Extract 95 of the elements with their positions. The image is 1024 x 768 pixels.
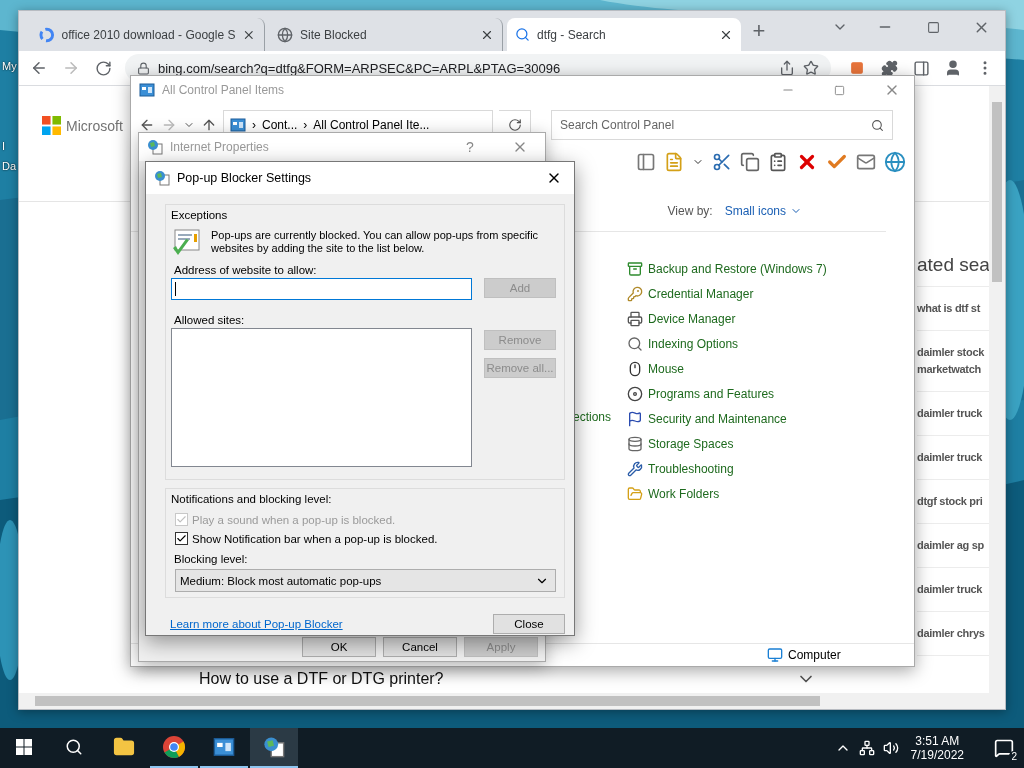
- profile-icon[interactable]: [944, 59, 962, 77]
- new-tab-button[interactable]: +: [745, 17, 773, 45]
- window-icon: [213, 736, 235, 758]
- puzzle-icon[interactable]: [880, 59, 898, 77]
- globe-document-icon: [263, 736, 285, 758]
- back-icon[interactable]: [139, 117, 155, 133]
- breadcrumb-item[interactable]: All Control Panel Ite...: [313, 118, 430, 132]
- group-label: Exceptions: [171, 209, 229, 221]
- dialog-button[interactable]: Cancel: [383, 637, 457, 657]
- wrench-icon: [627, 460, 643, 477]
- view-by-dropdown[interactable]: Small icons: [724, 204, 802, 218]
- control-panel-item[interactable]: Backup and Restore (Windows 7): [627, 256, 827, 281]
- field-label: Blocking level:: [174, 553, 249, 565]
- globe-document-icon: [147, 139, 163, 155]
- extension-icon[interactable]: [850, 61, 864, 75]
- magnifier-icon: [627, 335, 643, 352]
- search-field[interactable]: Search Control Panel: [551, 110, 893, 140]
- control-panel-item[interactable]: Storage Spaces: [627, 431, 827, 456]
- dialog-title: Pop-up Blocker Settings: [177, 171, 313, 185]
- vertical-scrollbar[interactable]: [989, 86, 1005, 693]
- desktop-icon-label: My: [2, 60, 17, 72]
- back-icon[interactable]: [30, 59, 48, 77]
- control-panel-item[interactable]: Indexing Options: [627, 331, 827, 356]
- close-button[interactable]: Close: [493, 614, 565, 634]
- status-text: Computer: [788, 648, 841, 662]
- scissors-icon[interactable]: [712, 152, 732, 172]
- window-title: All Control Panel Items: [162, 83, 286, 97]
- four-squares-icon: [42, 116, 61, 135]
- disc-icon: [627, 385, 643, 402]
- horizontal-scrollbar[interactable]: [19, 693, 1005, 709]
- control-panel-item[interactable]: Troubleshooting: [627, 456, 827, 481]
- pane-icon[interactable]: [636, 152, 656, 172]
- refresh-icon[interactable]: [507, 118, 522, 132]
- checkbox-option[interactable]: Show Notification bar when a pop-up is blocked.: [175, 529, 556, 548]
- desktop-icon-label: Da: [2, 160, 17, 172]
- dialog-button[interactable]: OK: [302, 637, 376, 657]
- learn-more-link[interactable]: Learn more about Pop-up Blocker: [170, 618, 343, 630]
- blocking-level-dropdown[interactable]: Medium: Block most automatic pop-ups: [175, 569, 556, 592]
- reload-icon[interactable]: [94, 59, 112, 77]
- globe-icon[interactable]: [884, 151, 906, 173]
- taskbar-button[interactable]: [250, 728, 298, 768]
- checkbox[interactable]: [175, 532, 188, 545]
- up-icon[interactable]: [201, 117, 217, 133]
- question-text[interactable]: How to use a DTF or DTG printer?: [199, 670, 796, 688]
- control-panel-item[interactable]: Programs and Features: [627, 381, 827, 406]
- round-logo-icon: [162, 735, 186, 759]
- window-title: Internet Properties: [170, 140, 270, 154]
- field-label: Allowed sites:: [174, 314, 246, 326]
- mouse-icon: [627, 360, 643, 377]
- folder-icon: [113, 736, 135, 758]
- search-icon: [515, 27, 530, 42]
- browser-tab[interactable]: dtfg - Search: [507, 18, 741, 51]
- g-logo-icon: [39, 26, 55, 43]
- globe-icon: [277, 26, 293, 43]
- breadcrumb-item[interactable]: Cont...: [262, 118, 298, 132]
- allowed-sites-list[interactable]: [171, 328, 472, 467]
- volume-icon[interactable]: [882, 740, 899, 756]
- maximize-icon[interactable]: [834, 84, 845, 96]
- logo-text[interactable]: Microsoft: [66, 117, 123, 134]
- control-panel-item[interactable]: Credential Manager: [627, 281, 827, 306]
- lock-icon: [137, 61, 150, 75]
- network-icon[interactable]: [858, 740, 875, 756]
- clock[interactable]: 3:51 AM 7/19/2022: [910, 734, 964, 762]
- archive-icon: [627, 260, 643, 277]
- search-icon: [871, 118, 884, 132]
- notifications-icon[interactable]: [994, 738, 1014, 758]
- monitor-icon: [767, 647, 783, 663]
- control-panel-item[interactable]: Work Folders: [627, 481, 827, 506]
- search-icon[interactable]: [65, 738, 83, 756]
- folder-icon: [627, 485, 643, 502]
- control-panel-item[interactable]: Mouse: [627, 356, 827, 381]
- field-label: Address of website to allow:: [174, 264, 318, 276]
- desktop-icon-label: I: [2, 140, 6, 152]
- view-by-label: View by:: [667, 204, 713, 218]
- flag-icon: [627, 410, 643, 427]
- envelope-icon[interactable]: [856, 152, 876, 172]
- key-icon: [627, 285, 643, 302]
- address-input-field[interactable]: [171, 278, 472, 300]
- info-text: Pop-ups are currently blocked. You can allow pop-ups from specific websites by adding the site to the list below.: [211, 229, 540, 255]
- database-icon: [627, 435, 643, 452]
- clipboard-icon[interactable]: [768, 152, 788, 172]
- star-icon[interactable]: [803, 60, 819, 76]
- group-label: Notifications and blocking level:: [171, 493, 333, 505]
- windows-icon: [16, 739, 32, 755]
- printer-icon: [627, 310, 643, 327]
- notification-count: 2: [1009, 751, 1019, 762]
- maximize-icon[interactable]: [926, 20, 940, 34]
- control-panel-item[interactable]: Device Manager: [627, 306, 827, 331]
- share-icon[interactable]: [779, 60, 795, 76]
- window-icon: [139, 82, 155, 98]
- copy-icon[interactable]: [740, 152, 760, 172]
- side-panel-icon[interactable]: [912, 59, 930, 77]
- breadcrumb-item[interactable]: ›: [303, 118, 308, 132]
- globe-document-icon: [154, 170, 170, 186]
- control-panel-item[interactable]: Security and Maintenance: [627, 406, 827, 431]
